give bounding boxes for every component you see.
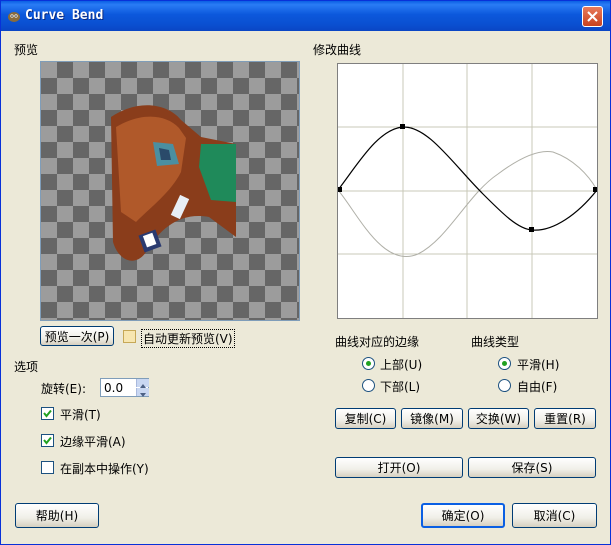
preview-once-button[interactable]: 预览一次(P) — [40, 326, 114, 346]
preview-label: 预览 — [14, 43, 39, 57]
edge-lower-label: 下部(L) — [380, 380, 421, 394]
close-icon — [587, 11, 598, 22]
antialias-label: 边缘平滑(A) — [60, 435, 126, 449]
checkmark-icon — [43, 409, 52, 418]
type-smooth-radio[interactable] — [498, 357, 511, 370]
spin-down-arrow-icon[interactable] — [136, 388, 149, 397]
checkmark-icon — [43, 436, 52, 445]
edge-lower-radio[interactable] — [362, 379, 375, 392]
curve-control-point — [593, 187, 597, 192]
help-button[interactable]: 帮助(H) — [15, 503, 99, 528]
options-label: 选项 — [14, 360, 39, 374]
edge-label: 曲线对应的边缘 — [335, 335, 420, 349]
work-on-copy-label: 在副本中操作(Y) — [60, 462, 149, 476]
gimp-icon — [8, 12, 20, 22]
reset-button[interactable]: 重置(R) — [534, 408, 596, 429]
rotate-value: 0.0 — [104, 381, 124, 395]
curve-control-point — [529, 227, 534, 232]
open-button[interactable]: 打开(O) — [335, 457, 463, 478]
curve-type-label: 曲线类型 — [471, 335, 520, 349]
smooth-checkbox[interactable] — [41, 407, 54, 420]
preview-canvas — [40, 61, 300, 321]
curve-bend-dialog: Curve Bend 预览 预览一次(P) 自动更新预览(V) 选项 旋转(E)… — [0, 0, 611, 545]
curve-control-point — [338, 187, 342, 192]
curve-control-point — [400, 124, 405, 129]
ok-button[interactable]: 确定(O) — [421, 503, 505, 528]
rotate-label: 旋转(E): — [41, 382, 86, 396]
edge-upper-label: 上部(U) — [380, 358, 423, 372]
type-free-radio[interactable] — [498, 379, 511, 392]
title-bar[interactable]: Curve Bend — [1, 1, 610, 31]
work-on-copy-checkbox[interactable] — [41, 461, 54, 474]
curve-graph[interactable] — [338, 64, 597, 318]
window-title: Curve Bend — [25, 8, 104, 23]
antialias-checkbox[interactable] — [41, 434, 54, 447]
curve-label: 修改曲线 — [313, 43, 362, 57]
type-smooth-label: 平滑(H) — [517, 358, 560, 372]
spin-up-arrow-icon[interactable] — [136, 379, 149, 388]
cancel-button[interactable]: 取消(C) — [512, 503, 597, 528]
close-button[interactable] — [582, 6, 603, 27]
auto-update-checkbox[interactable] — [123, 330, 136, 343]
copy-button[interactable]: 复制(C) — [335, 408, 396, 429]
edge-upper-radio[interactable] — [362, 357, 375, 370]
type-free-label: 自由(F) — [517, 380, 558, 394]
mirror-button[interactable]: 镜像(M) — [401, 408, 463, 429]
swap-button[interactable]: 交换(W) — [468, 408, 529, 429]
rotate-spinbox[interactable]: 0.0 — [100, 378, 149, 397]
auto-update-label: 自动更新预览(V) — [141, 329, 235, 348]
curve-editor[interactable] — [337, 63, 598, 319]
preview-image — [111, 105, 236, 261]
smooth-label: 平滑(T) — [60, 408, 101, 422]
save-button[interactable]: 保存(S) — [468, 457, 596, 478]
